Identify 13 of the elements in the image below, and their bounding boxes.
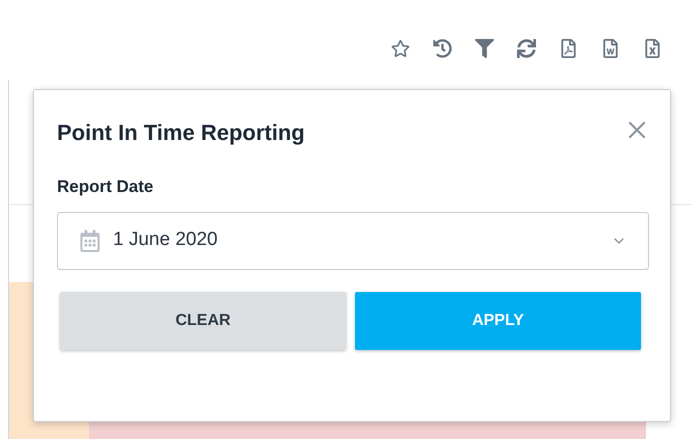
filter-icon[interactable]	[475, 37, 494, 59]
word-file-icon[interactable]	[601, 37, 620, 59]
date-field[interactable]: 1 June 2020	[57, 212, 649, 270]
excel-file-icon[interactable]	[643, 37, 662, 59]
dialog-button[interactable]: CLEAR	[60, 292, 346, 350]
pdf-file-icon[interactable]	[559, 37, 578, 59]
calendar-icon	[79, 230, 101, 252]
history-icon[interactable]	[433, 37, 452, 59]
dialog-title: Point In Time Reporting	[57, 119, 305, 147]
field-label: Report Date	[57, 176, 154, 198]
date-value: 1 June 2020	[113, 228, 218, 252]
refresh-icon[interactable]	[517, 37, 536, 59]
star-icon[interactable]	[391, 37, 410, 59]
